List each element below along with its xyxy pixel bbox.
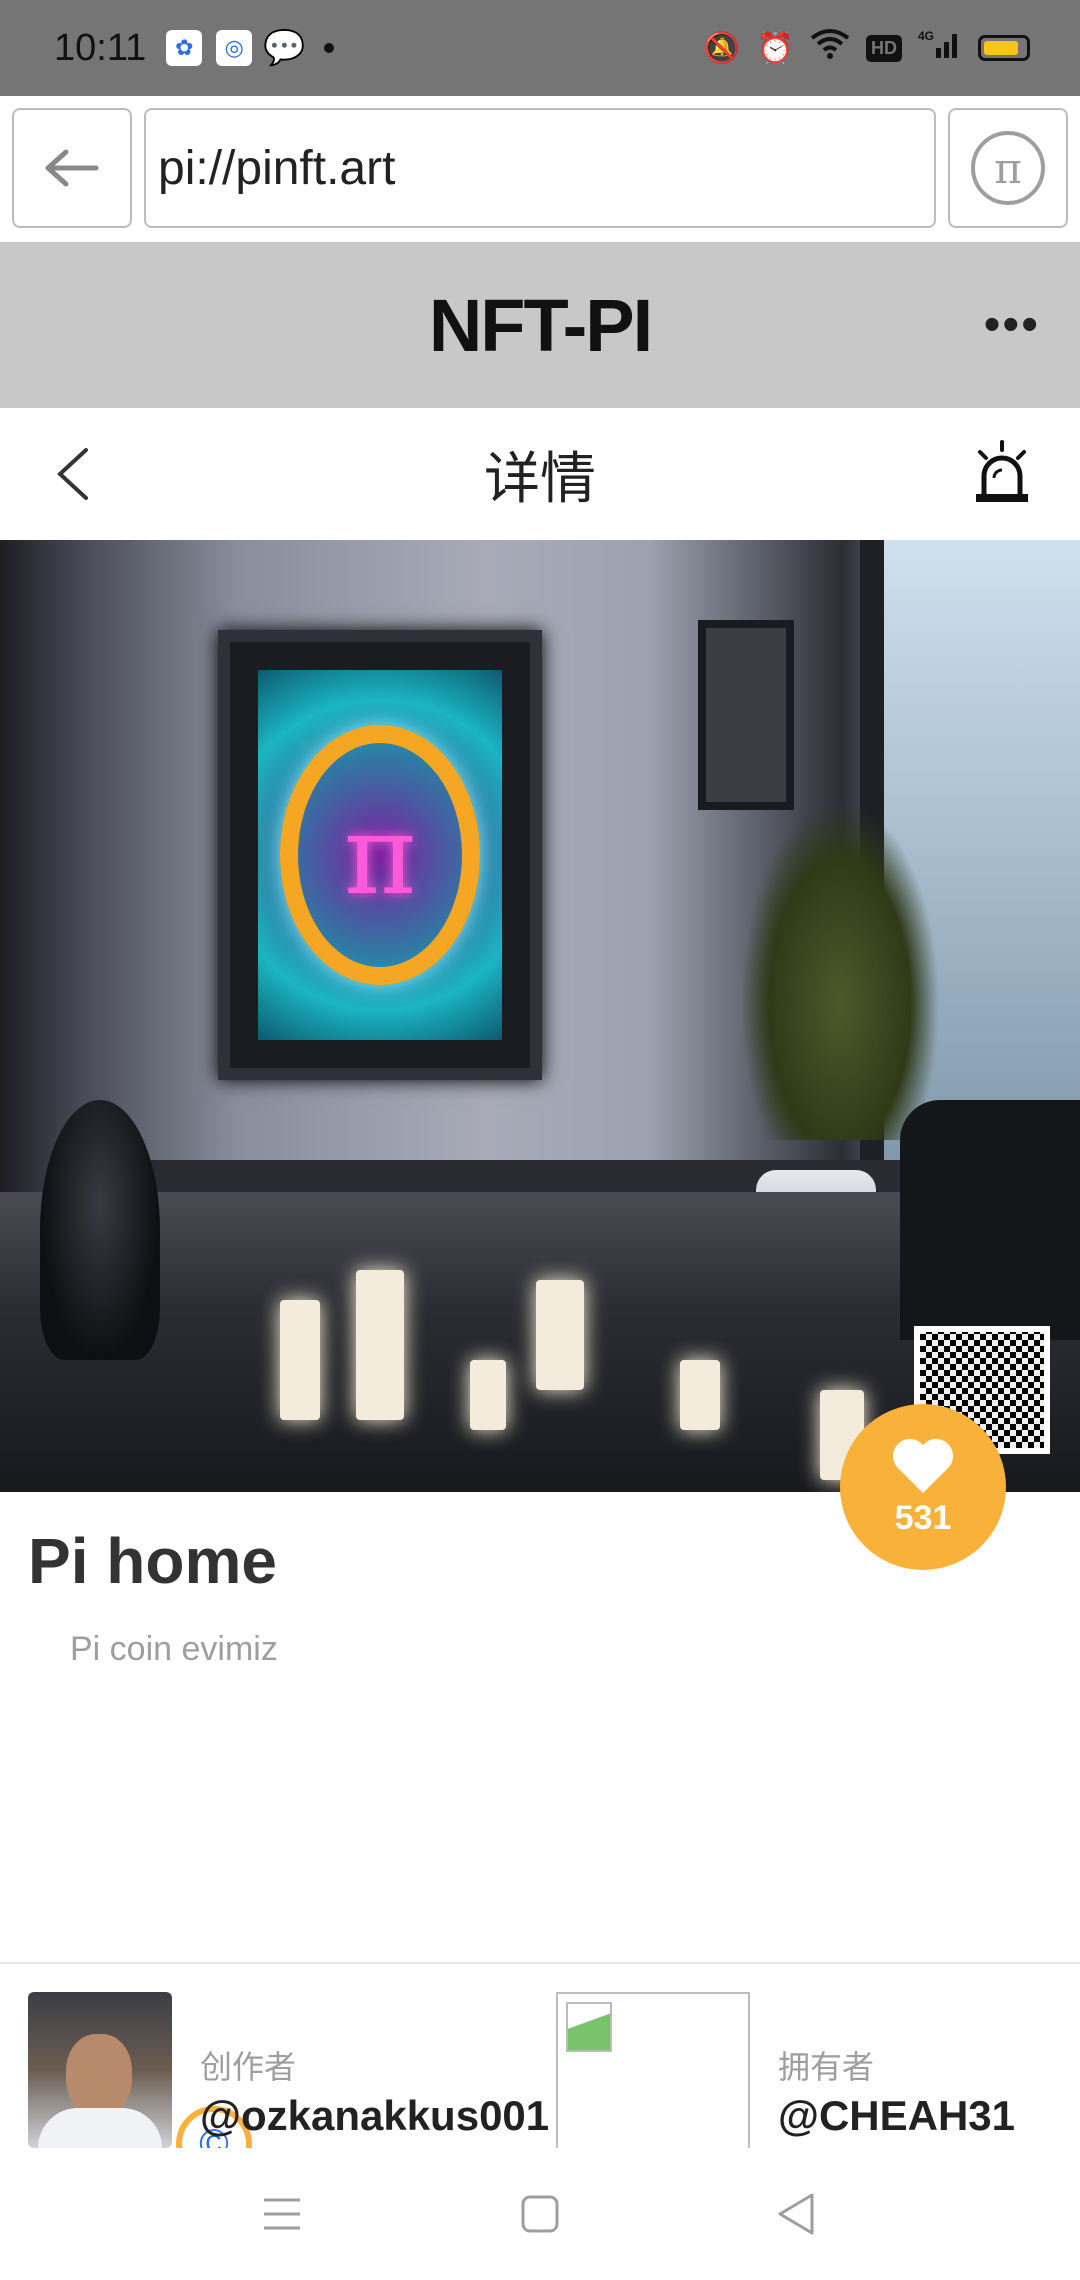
- more-menu-button[interactable]: •••: [984, 298, 1040, 353]
- candle-graphic: [280, 1300, 320, 1420]
- pi-artwork-frame: π: [218, 630, 542, 1080]
- hd-icon: HD: [866, 34, 902, 62]
- battery-icon: [978, 35, 1030, 61]
- creator-name[interactable]: @ozkanakkus001: [200, 2092, 549, 2140]
- status-bar: 10:11 ✿ ◎ 💬 🔕 ⏰ HD 4G: [0, 0, 1080, 96]
- nft-image[interactable]: π: [0, 540, 1080, 1492]
- square-icon: [521, 2195, 559, 2233]
- arrow-left-icon: [45, 149, 99, 187]
- owner-name[interactable]: @CHEAH31: [778, 2092, 1015, 2140]
- app-header: NFT-PI •••: [0, 242, 1080, 408]
- page-title: 详情: [484, 446, 596, 510]
- broken-image-icon: [566, 2002, 612, 2052]
- svg-text:4G: 4G: [918, 29, 934, 43]
- heart-icon: [892, 1438, 954, 1493]
- notification-icons: ✿ ◎ 💬: [166, 29, 335, 67]
- creator-avatar[interactable]: [28, 1992, 172, 2148]
- system-back-button[interactable]: [766, 2184, 826, 2244]
- sofa-graphic: [900, 1100, 1080, 1340]
- divider: [0, 1962, 1080, 1964]
- candle-graphic: [470, 1360, 506, 1430]
- owner-label: 拥有者: [778, 2049, 875, 2085]
- statue-graphic: [40, 1100, 160, 1360]
- nft-title: Pi home: [28, 1525, 277, 1597]
- alarm-clock-icon: ⏰: [756, 31, 794, 65]
- candle-graphic: [680, 1360, 720, 1430]
- status-time: 10:11: [54, 26, 147, 69]
- alarm-siren-icon[interactable]: [970, 438, 1034, 508]
- map-app-icon: ◎: [216, 30, 253, 66]
- plant-graphic: [740, 800, 940, 1140]
- mute-icon: 🔕: [703, 31, 741, 65]
- owner-avatar[interactable]: [556, 1992, 750, 2148]
- candle-graphic: [356, 1270, 404, 1420]
- recent-apps-button[interactable]: [252, 2184, 312, 2244]
- pi-logo-icon: π: [971, 131, 1045, 205]
- pi-browser-button[interactable]: π: [948, 108, 1068, 228]
- wall-picture-graphic: [698, 620, 794, 810]
- back-chevron-icon[interactable]: [46, 444, 106, 504]
- browser-toolbar: pi://pinft.art π: [0, 96, 1080, 242]
- candle-graphic: [536, 1280, 584, 1390]
- pi-neon-icon: π: [343, 791, 417, 919]
- system-icons: 🔕 ⏰ HD 4G: [703, 28, 1030, 68]
- triangle-back-icon: [778, 2193, 814, 2235]
- baidu-icon: ✿: [166, 30, 203, 66]
- wifi-icon: [810, 28, 850, 68]
- url-field[interactable]: pi://pinft.art: [144, 108, 936, 228]
- browser-back-button[interactable]: [12, 108, 132, 228]
- home-button[interactable]: [510, 2184, 570, 2244]
- system-navigation-bar: [0, 2148, 1080, 2280]
- detail-nav-bar: 详情: [0, 408, 1080, 540]
- menu-lines-icon: [264, 2198, 300, 2230]
- wechat-icon: 💬: [263, 29, 306, 67]
- like-button[interactable]: 531: [840, 1404, 1006, 1570]
- app-title: NFT-PI: [428, 283, 653, 367]
- nft-description: Pi coin evimiz: [70, 1630, 278, 1668]
- more-notifications-dot: [324, 43, 335, 53]
- signal-icon: 4G: [918, 28, 962, 68]
- like-count: 531: [894, 1498, 952, 1537]
- creator-label: 创作者: [200, 2049, 297, 2085]
